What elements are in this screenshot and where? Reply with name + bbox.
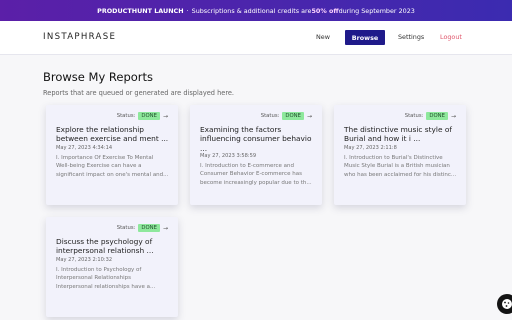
- report-excerpt: I. Introduction to Burial's Distinctive …: [344, 155, 457, 178]
- banner-text-before: Subscriptions & additional credits are: [191, 6, 312, 15]
- status-row: Status: DONE →: [117, 224, 168, 232]
- report-title[interactable]: The distinctive music style of Burial an…: [344, 125, 459, 144]
- status-badge: DONE: [426, 112, 448, 120]
- report-card[interactable]: Status: DONE → The distinctive music sty…: [334, 105, 466, 205]
- report-card[interactable]: Status: DONE → Discuss the psychology of…: [46, 217, 178, 317]
- banner-discount: 50% off: [311, 6, 339, 15]
- open-report-arrow-icon[interactable]: →: [451, 113, 456, 120]
- banner-text-after: during September 2023: [338, 6, 415, 15]
- announcement-banner: PRODUCTHUNT LAUNCH · Subscriptions & add…: [0, 0, 512, 21]
- cookie-icon: [502, 299, 512, 309]
- nav-new-link[interactable]: New: [316, 33, 330, 41]
- nav-logout-link[interactable]: Logout: [440, 33, 462, 41]
- report-date: May 27, 2023 4:34:14: [56, 145, 113, 151]
- top-navbar: INSTAPHRASE New Browse Settings Logout: [0, 21, 512, 55]
- status-label: Status:: [404, 113, 424, 119]
- app-logo[interactable]: INSTAPHRASE: [43, 32, 116, 42]
- nav-settings-link[interactable]: Settings: [398, 33, 424, 41]
- report-date: May 27, 2023 2:11:8: [344, 145, 397, 151]
- report-excerpt: I. Introduction to E-commerce and Consum…: [200, 163, 312, 186]
- nav-browse-button[interactable]: Browse: [345, 30, 385, 45]
- status-row: Status: DONE →: [261, 112, 312, 120]
- report-title[interactable]: Explore the relationship between exercis…: [56, 125, 171, 144]
- cookie-settings-button[interactable]: [497, 294, 512, 314]
- status-label: Status:: [116, 113, 136, 119]
- status-row: Status: DONE →: [117, 112, 168, 120]
- report-title[interactable]: Examining the factors influencing consum…: [200, 125, 315, 153]
- status-badge: DONE: [138, 224, 160, 232]
- report-excerpt: I. Introduction to Psychology of Interpe…: [56, 267, 156, 290]
- banner-launch: PRODUCTHUNT LAUNCH: [97, 6, 184, 15]
- page-subtitle: Reports that are queued or generated are…: [43, 89, 235, 97]
- report-card[interactable]: Status: DONE → Examining the factors inf…: [190, 105, 322, 205]
- report-date: May 27, 2023 2:10:32: [56, 257, 113, 263]
- status-badge: DONE: [138, 112, 160, 120]
- report-card[interactable]: Status: DONE → Explore the relationship …: [46, 105, 178, 205]
- report-title[interactable]: Discuss the psychology of interpersonal …: [56, 237, 171, 256]
- open-report-arrow-icon[interactable]: →: [307, 113, 312, 120]
- banner-separator: ·: [186, 6, 189, 15]
- report-date: May 27, 2023 3:58:59: [200, 153, 257, 159]
- status-row: Status: DONE →: [405, 112, 456, 120]
- status-badge: DONE: [282, 112, 304, 120]
- page-title: Browse My Reports: [43, 70, 154, 84]
- open-report-arrow-icon[interactable]: →: [163, 225, 168, 232]
- status-label: Status:: [116, 225, 136, 231]
- open-report-arrow-icon[interactable]: →: [163, 113, 168, 120]
- report-excerpt: I. Importance Of Exercise To Mental Well…: [56, 155, 169, 178]
- status-label: Status:: [260, 113, 280, 119]
